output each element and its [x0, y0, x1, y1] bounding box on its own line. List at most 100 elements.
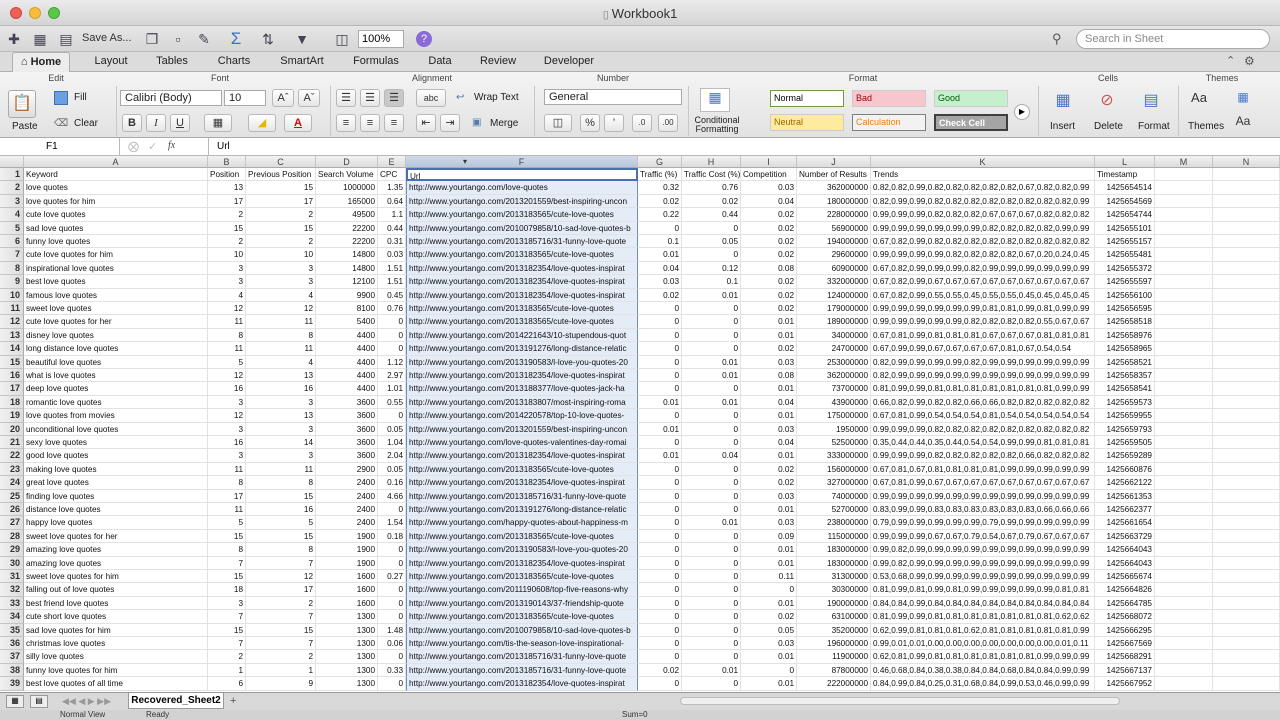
table-cell[interactable]: 0.67,0.82,0.99,0.99,0.99,0.82,0.99,0.99,… [871, 261, 1095, 276]
table-cell[interactable]: 333000000 [797, 449, 871, 463]
table-cell[interactable]: 15 [246, 181, 316, 195]
table-cell[interactable]: 0.02 [741, 288, 797, 302]
table-cell[interactable]: 1900 [316, 556, 378, 570]
table-cell[interactable]: 1300 [316, 663, 378, 678]
table-cell[interactable]: 1425659505 [1095, 436, 1155, 450]
table-cell[interactable]: 0.04 [741, 436, 797, 450]
table-cell[interactable]: 0 [682, 529, 741, 544]
table-cell[interactable]: 189000000 [797, 315, 871, 329]
row-header[interactable]: 38 [0, 663, 24, 678]
table-cell[interactable] [1213, 489, 1280, 503]
help-icon[interactable]: ? [416, 31, 432, 47]
tab-tables[interactable]: Tables [144, 52, 200, 72]
table-cell[interactable]: 11 [208, 462, 246, 477]
table-cell[interactable]: 183000000 [797, 556, 871, 570]
themes-button[interactable]: Themes [1188, 121, 1224, 132]
table-cell[interactable]: 11 [246, 315, 316, 329]
table-cell[interactable]: 0 [378, 543, 406, 557]
table-cell[interactable]: 12 [208, 302, 246, 316]
table-cell[interactable]: 332000000 [797, 275, 871, 289]
table-cell[interactable]: 87800000 [797, 663, 871, 678]
table-cell[interactable]: 0 [682, 503, 741, 517]
table-cell[interactable]: 11 [208, 503, 246, 517]
table-cell[interactable]: 0.03 [741, 422, 797, 436]
autosum-icon[interactable]: Σ [226, 29, 246, 49]
table-cell[interactable]: 0 [682, 302, 741, 316]
paste-icon[interactable]: ▫ [168, 29, 188, 49]
table-cell[interactable]: 0.44 [378, 221, 406, 235]
table-cell[interactable]: 0.99,0.99,0.99,0.82,0.82,0.82,0.82,0.82,… [871, 422, 1095, 436]
table-cell[interactable] [1155, 596, 1213, 611]
table-cell[interactable]: amazing love quotes [24, 556, 208, 570]
table-cell[interactable]: http://www.yourtango.com/2013182354/love… [406, 476, 638, 490]
table-cell[interactable]: http://www.yourtango.com/2013185716/31-f… [406, 663, 638, 678]
table-cell[interactable]: 1425654744 [1095, 208, 1155, 222]
table-cell[interactable]: 0 [638, 650, 682, 664]
tab-charts[interactable]: Charts [206, 52, 262, 72]
table-cell[interactable]: 13 [246, 369, 316, 383]
table-cell[interactable] [1155, 436, 1213, 450]
table-cell[interactable]: sweet love quotes for her [24, 529, 208, 544]
table-cell[interactable]: http://www.yourtango.com/2013182354/love… [406, 449, 638, 463]
column-header-l[interactable]: L [1095, 156, 1155, 168]
table-cell[interactable] [1213, 181, 1280, 195]
table-cell[interactable]: what is love quotes [24, 369, 208, 383]
table-cell[interactable]: http://www.yourtango.com/2013185716/31-f… [406, 489, 638, 503]
table-cell[interactable]: http://www.yourtango.com/2013183565/cute… [406, 570, 638, 584]
wrap-text-button[interactable]: Wrap Text [474, 92, 519, 103]
table-cell[interactable]: 34000000 [797, 328, 871, 343]
table-cell[interactable]: 0 [682, 637, 741, 651]
table-cell[interactable] [1155, 369, 1213, 383]
table-cell[interactable]: http://www.yourtango.com/2013188377/love… [406, 382, 638, 396]
table-cell[interactable]: 12 [208, 369, 246, 383]
table-cell[interactable]: 1900 [316, 543, 378, 557]
table-cell[interactable] [1155, 342, 1213, 356]
row-header[interactable]: 16 [0, 369, 24, 383]
table-cell[interactable]: 0 [638, 462, 682, 477]
formula-input[interactable]: Url [208, 138, 1280, 156]
table-cell[interactable] [1213, 248, 1280, 262]
column-header-i[interactable]: I [741, 156, 797, 168]
table-cell[interactable]: cute love quotes for him [24, 248, 208, 262]
table-cell[interactable] [1213, 422, 1280, 436]
header-cell[interactable]: CPC [378, 168, 406, 182]
table-cell[interactable]: 0 [638, 409, 682, 423]
table-cell[interactable]: http://www.yourtango.com/2013190143/37-f… [406, 596, 638, 611]
table-cell[interactable]: 0.16 [378, 476, 406, 490]
table-cell[interactable]: 1425658357 [1095, 369, 1155, 383]
table-cell[interactable]: 0.32 [638, 181, 682, 195]
eraser-icon[interactable]: ⌫ [54, 118, 68, 129]
table-cell[interactable]: cute love quotes [24, 208, 208, 222]
table-cell[interactable]: inspirational love quotes [24, 261, 208, 276]
table-cell[interactable]: http://www.yourtango.com/2013183565/cute… [406, 529, 638, 544]
table-cell[interactable]: 1425665674 [1095, 570, 1155, 584]
table-cell[interactable] [1213, 235, 1280, 249]
table-cell[interactable]: 0.05 [682, 235, 741, 249]
table-cell[interactable] [1213, 355, 1280, 369]
table-cell[interactable]: 3 [246, 275, 316, 289]
number-format-dropdown[interactable]: General [544, 89, 682, 105]
table-cell[interactable]: 0.08 [741, 261, 797, 276]
table-cell[interactable]: http://www.yourtango.com/2013183565/cute… [406, 248, 638, 262]
table-cell[interactable]: 2400 [316, 516, 378, 530]
table-cell[interactable] [1155, 610, 1213, 624]
table-cell[interactable]: 17 [208, 194, 246, 209]
tab-developer[interactable]: Developer [536, 52, 602, 72]
copy-icon[interactable]: ❐ [142, 29, 162, 49]
table-cell[interactable]: 4 [246, 288, 316, 302]
table-cell[interactable]: 16 [246, 503, 316, 517]
select-all-corner[interactable] [0, 156, 24, 168]
table-cell[interactable] [1155, 449, 1213, 463]
table-cell[interactable] [1155, 208, 1213, 222]
row-header[interactable]: 33 [0, 596, 24, 611]
table-cell[interactable]: 5 [208, 355, 246, 369]
table-cell[interactable]: 1600 [316, 596, 378, 611]
table-cell[interactable]: 12 [208, 409, 246, 423]
table-cell[interactable]: good love quotes [24, 449, 208, 463]
table-cell[interactable]: 1425658521 [1095, 355, 1155, 369]
table-cell[interactable]: 0.99,0.99,0.99,0.67,0.67,0.79,0.54,0.67,… [871, 529, 1095, 544]
table-cell[interactable]: 0.76 [682, 181, 741, 195]
table-cell[interactable]: happy love quotes [24, 516, 208, 530]
column-header-c[interactable]: C [246, 156, 316, 168]
table-cell[interactable]: 2 [246, 596, 316, 611]
